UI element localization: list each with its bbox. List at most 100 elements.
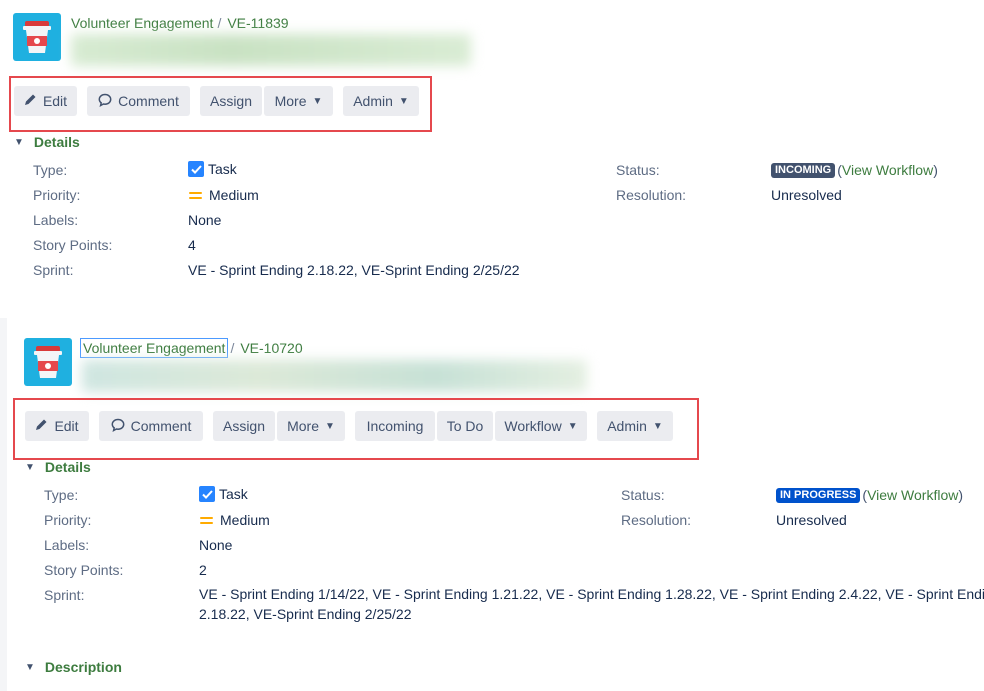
assign-button-label: Assign [222,418,266,434]
admin-button-label: Admin [353,93,393,109]
checkbox-icon [188,161,204,177]
details-section-header[interactable]: ▼ Details [25,459,91,475]
labels-value: None [199,537,233,553]
priority-text: Medium [220,512,270,528]
story-points-label: Story Points: [44,562,124,578]
story-points-label: Story Points: [33,237,113,253]
speech-bubble-icon [111,418,125,435]
more-dropdown-button[interactable]: More ▼ [277,411,345,441]
status-badge: IN PROGRESS [776,487,861,503]
details-section-header[interactable]: ▼ Details [14,134,80,150]
resolution-value: Unresolved [771,187,842,203]
status-label: Status: [621,487,665,503]
issue-summary-redacted [71,34,471,66]
breadcrumb-project-link[interactable]: Volunteer Engagement [79,338,229,358]
priority-label: Priority: [33,187,81,203]
sprint-label: Sprint: [33,262,74,278]
priority-value: Medium [200,512,270,528]
resolution-value: Unresolved [776,512,847,528]
project-avatar[interactable] [13,13,61,61]
workflow-dropdown-button[interactable]: Workflow ▼ [495,411,587,441]
details-section-title: Details [44,459,91,475]
description-section-header[interactable]: ▼ Description [25,659,122,675]
comment-button-label: Comment [130,418,192,434]
type-text: Task [208,161,237,177]
chevron-down-icon: ▼ [652,420,663,432]
type-label: Type: [33,162,68,178]
medium-priority-icon [200,514,213,527]
assign-button-label: Assign [209,93,253,109]
labels-label: Labels: [33,212,79,228]
comment-button[interactable]: Comment [99,411,203,441]
priority-text: Medium [209,187,259,203]
sprint-label: Sprint: [44,587,85,603]
view-workflow-link[interactable]: View Workflow [867,487,958,503]
sprint-value[interactable]: VE - Sprint Ending 2.18.22, VE-Sprint En… [188,262,520,278]
breadcrumb: Volunteer Engagement / VE-10720 [79,338,303,358]
issue-summary-redacted [82,360,587,392]
todo-button-label: To Do [446,418,484,434]
collapse-toggle-icon[interactable]: ▼ [14,137,24,148]
chevron-down-icon: ▼ [312,95,323,107]
labels-value: None [188,212,222,228]
admin-button-label: Admin [607,418,647,434]
comment-button-label: Comment [118,93,179,109]
issue-panel-ve-10720: Volunteer Engagement / VE-10720 Edit Comme… [0,322,984,691]
chevron-down-icon: ▼ [325,420,335,432]
pencil-icon [35,418,48,434]
issue-panel-ve-11839: Volunteer Engagement / VE-11839 Edit Comme… [0,0,984,318]
status-value: INCOMING (View Workflow) [771,162,938,178]
details-section-title: Details [33,134,80,150]
status-value: IN PROGRESS (View Workflow) [776,487,963,503]
more-dropdown-button[interactable]: More ▼ [264,86,333,116]
medium-priority-icon [189,189,202,202]
view-workflow-link[interactable]: View Workflow [842,162,933,178]
breadcrumb-project-link[interactable]: Volunteer Engagement [71,15,213,31]
story-points-value[interactable]: 4 [188,237,196,253]
priority-label: Priority: [44,512,92,528]
admin-dropdown-button[interactable]: Admin ▼ [597,411,673,441]
more-button-label: More [287,418,319,434]
checkbox-icon [199,486,215,502]
edit-button-label: Edit [54,418,79,434]
issue-toolbar: Edit Comment Assign More ▼ Incoming To D… [25,411,673,441]
breadcrumb-separator: / [217,15,222,31]
admin-dropdown-button[interactable]: Admin ▼ [343,86,419,116]
chevron-down-icon: ▼ [398,95,409,107]
assign-button[interactable]: Assign [213,411,275,441]
edit-button[interactable]: Edit [25,411,89,441]
story-points-value[interactable]: 2 [199,562,207,578]
labels-label: Labels: [44,537,90,553]
speech-bubble-icon [98,93,112,110]
pencil-icon [24,93,37,109]
issue-toolbar: Edit Comment Assign More ▼ Admin ▼ [14,86,419,116]
assign-button[interactable]: Assign [200,86,262,116]
breadcrumb: Volunteer Engagement / VE-11839 [71,15,289,31]
breadcrumb-issue-key-link[interactable]: VE-10720 [240,340,302,356]
breadcrumb-separator: / [230,340,235,356]
sprint-value-line-2: 2.18.22, VE-Sprint Ending 2/25/22 [199,606,412,622]
status-label: Status: [616,162,660,178]
coffee-cup-icon [34,346,62,378]
more-button-label: More [274,93,307,109]
type-value: Task [188,161,237,177]
chevron-down-icon: ▼ [567,420,578,432]
incoming-transition-button[interactable]: Incoming [355,411,435,441]
collapse-toggle-icon[interactable]: ▼ [25,462,35,473]
edit-button-label: Edit [42,93,68,109]
edit-button[interactable]: Edit [14,86,77,116]
priority-value: Medium [189,187,259,203]
type-label: Type: [44,487,79,503]
resolution-label: Resolution: [616,187,687,203]
comment-button[interactable]: Comment [87,86,190,116]
coffee-cup-icon [23,21,51,53]
type-text: Task [219,486,248,502]
breadcrumb-issue-key-link[interactable]: VE-11839 [227,15,288,31]
project-avatar[interactable] [24,338,72,386]
sprint-value-line-1: VE - Sprint Ending 1/14/22, VE - Sprint … [199,586,984,602]
sprint-value[interactable]: VE - Sprint Ending 1/14/22, VE - Sprint … [199,584,984,624]
type-value: Task [199,486,248,502]
todo-transition-button[interactable]: To Do [437,411,493,441]
workflow-button-label: Workflow [504,418,562,434]
collapse-toggle-icon[interactable]: ▼ [25,662,35,673]
